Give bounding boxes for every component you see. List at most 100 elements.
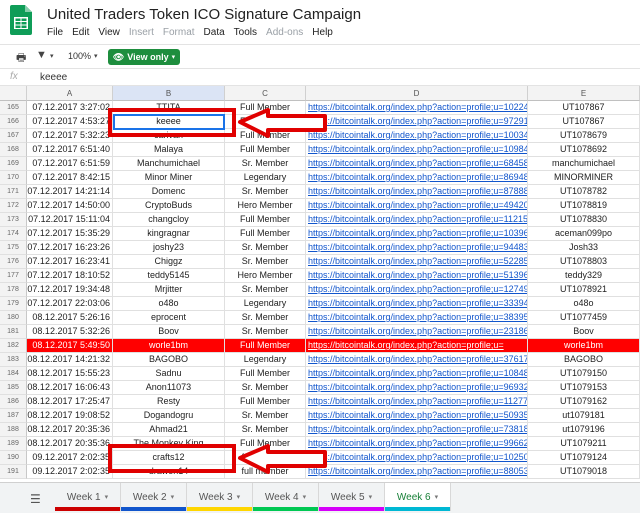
cell-username[interactable]: carivan xyxy=(113,129,225,143)
cell-profile-link[interactable]: https://bitcointalk.org/index.php?action… xyxy=(306,367,528,381)
cell-username[interactable]: BAGOBO xyxy=(113,353,225,367)
cell-ut-id[interactable]: UT1078921 xyxy=(528,283,640,297)
cell-profile-link[interactable]: https://bitcointalk.org/index.php?action… xyxy=(306,157,528,171)
cell-username[interactable]: Ahmad21 xyxy=(113,423,225,437)
cell-ut-id[interactable]: UT1077459 xyxy=(528,311,640,325)
cell-profile-link[interactable]: https://bitcointalk.org/index.php?action… xyxy=(306,283,528,297)
cell-rank[interactable]: Full Member xyxy=(225,129,306,143)
sheet-tab-week-6[interactable]: Week 6 ▾ xyxy=(385,483,451,511)
cell-timestamp[interactable]: 09.12.2017 2:02:35 xyxy=(27,465,113,479)
row-number[interactable]: 175 xyxy=(0,241,27,255)
cell-ut-id[interactable]: teddy329 xyxy=(528,269,640,283)
row-number[interactable]: 181 xyxy=(0,325,27,339)
cell-ut-id[interactable]: UT1079162 xyxy=(528,395,640,409)
menu-item-data[interactable]: Data xyxy=(204,27,225,38)
cell-profile-link[interactable]: https://bitcointalk.org/index.php?action… xyxy=(306,101,528,115)
row-number[interactable]: 188 xyxy=(0,423,27,437)
cell-ut-id[interactable]: BAGOBO xyxy=(528,353,640,367)
cell-username[interactable]: crafts12 xyxy=(113,451,225,465)
sheet-tab-week-3[interactable]: Week 3 ▾ xyxy=(187,483,253,511)
cell-rank[interactable]: Full Member xyxy=(225,101,306,115)
cell-username[interactable]: drawon14 xyxy=(113,465,225,479)
cell-rank[interactable]: Sr. Member xyxy=(225,381,306,395)
column-header-c[interactable]: C xyxy=(225,86,306,101)
cell-profile-link[interactable]: https://bitcointalk.org/index.php?action… xyxy=(306,451,528,465)
cell-ut-id[interactable]: UT1078782 xyxy=(528,185,640,199)
row-number[interactable]: 173 xyxy=(0,213,27,227)
cell-username[interactable]: Malaya xyxy=(113,143,225,157)
sheet-tab-week-5[interactable]: Week 5 ▾ xyxy=(319,483,385,511)
cell-ut-id[interactable]: UT1079211 xyxy=(528,437,640,451)
row-number[interactable]: 180 xyxy=(0,311,27,325)
cell-username[interactable]: Domenc xyxy=(113,185,225,199)
row-number[interactable]: 186 xyxy=(0,395,27,409)
cell-username[interactable]: The Monkey King xyxy=(113,437,225,451)
cell-profile-link[interactable]: https://bitcointalk.org/index.php?action… xyxy=(306,171,528,185)
cell-ut-id[interactable]: ut1079181 xyxy=(528,409,640,423)
cell-timestamp[interactable]: 09.12.2017 2:02:35 xyxy=(27,451,113,465)
cell-ut-id[interactable]: Josh33 xyxy=(528,241,640,255)
cell-profile-link[interactable]: https://bitcointalk.org/index.php?action… xyxy=(306,227,528,241)
cell-rank[interactable]: Full Member xyxy=(225,395,306,409)
cell-profile-link[interactable]: https://bitcointalk.org/index.php?action… xyxy=(306,353,528,367)
row-number[interactable]: 183 xyxy=(0,353,27,367)
cell-timestamp[interactable]: 08.12.2017 16:06:43 xyxy=(27,381,113,395)
sheet-tab-week-1[interactable]: Week 1 ▾ xyxy=(55,483,121,511)
chevron-down-icon[interactable]: ▾ xyxy=(237,493,241,501)
chevron-down-icon[interactable]: ▾ xyxy=(303,493,307,501)
cell-profile-link[interactable]: https://bitcointalk.org/index.php?action… xyxy=(306,129,528,143)
chevron-down-icon[interactable]: ▾ xyxy=(435,493,439,501)
cell-username[interactable]: Dogandogru xyxy=(113,409,225,423)
menu-item-format[interactable]: Format xyxy=(163,27,195,38)
cell-timestamp[interactable]: 07.12.2017 22:03:06 xyxy=(27,297,113,311)
row-number[interactable]: 176 xyxy=(0,255,27,269)
cell-profile-link[interactable]: https://bitcointalk.org/index.php?action… xyxy=(306,395,528,409)
cell-profile-link[interactable]: https://bitcointalk.org/index.php?action… xyxy=(306,465,528,479)
cell-timestamp[interactable]: 08.12.2017 14:21:32 xyxy=(27,353,113,367)
row-number[interactable]: 178 xyxy=(0,283,27,297)
column-header-e[interactable]: E xyxy=(528,86,640,101)
cell-timestamp[interactable]: 08.12.2017 5:49:50 xyxy=(27,339,113,353)
cell-username[interactable]: worle1bm xyxy=(113,339,225,353)
cell-username[interactable]: changcloy xyxy=(113,213,225,227)
cell-profile-link[interactable]: https://bitcointalk.org/index.php?action… xyxy=(306,339,528,353)
cell-rank[interactable]: Sr. Member xyxy=(225,241,306,255)
row-number[interactable]: 189 xyxy=(0,437,27,451)
cell-timestamp[interactable]: 07.12.2017 15:35:29 xyxy=(27,227,113,241)
cell-rank[interactable]: Sr. Member xyxy=(225,157,306,171)
cell-rank[interactable]: full member xyxy=(225,465,306,479)
cell-username[interactable]: joshy23 xyxy=(113,241,225,255)
cell-ut-id[interactable]: UT1078803 xyxy=(528,255,640,269)
cell-ut-id[interactable]: manchumichael xyxy=(528,157,640,171)
cell-timestamp[interactable]: 07.12.2017 4:53:27 xyxy=(27,115,113,129)
row-number[interactable]: 182 xyxy=(0,339,27,353)
chevron-down-icon[interactable]: ▾ xyxy=(369,493,373,501)
cell-timestamp[interactable]: 07.12.2017 14:50:00 xyxy=(27,199,113,213)
row-number[interactable]: 191 xyxy=(0,465,27,479)
cell-ut-id[interactable]: UT1078679 xyxy=(528,129,640,143)
cell-timestamp[interactable]: 07.12.2017 14:21:14 xyxy=(27,185,113,199)
chevron-down-icon[interactable]: ▾ xyxy=(105,493,109,501)
row-number[interactable]: 170 xyxy=(0,171,27,185)
cell-profile-link[interactable]: https://bitcointalk.org/index.php?action… xyxy=(306,423,528,437)
cell-ut-id[interactable]: Boov xyxy=(528,325,640,339)
cell-rank[interactable]: Full Member xyxy=(225,227,306,241)
chevron-down-icon[interactable]: ▾ xyxy=(171,493,175,501)
row-number[interactable]: 190 xyxy=(0,451,27,465)
cell-rank[interactable]: Legendary xyxy=(225,297,306,311)
cell-profile-link[interactable]: https://bitcointalk.org/index.php?action… xyxy=(306,185,528,199)
row-number[interactable]: 179 xyxy=(0,297,27,311)
cell-username[interactable]: Chiggz xyxy=(113,255,225,269)
cell-rank[interactable]: Sr. Member xyxy=(225,185,306,199)
row-number[interactable]: 168 xyxy=(0,143,27,157)
menu-item-tools[interactable]: Tools xyxy=(234,27,257,38)
cell-ut-id[interactable]: UT1078830 xyxy=(528,213,640,227)
sheet-tab-week-4[interactable]: Week 4 ▾ xyxy=(253,483,319,511)
cell-profile-link[interactable]: https://bitcointalk.org/index.php?action… xyxy=(306,437,528,451)
cell-rank[interactable]: Full Member xyxy=(225,367,306,381)
cell-ut-id[interactable]: UT1078819 xyxy=(528,199,640,213)
filter-dropdown-icon[interactable]: ▾ xyxy=(50,52,54,60)
menu-item-edit[interactable]: Edit xyxy=(72,27,89,38)
cell-profile-link[interactable]: https://bitcointalk.org/index.php?action… xyxy=(306,199,528,213)
cell-timestamp[interactable]: 08.12.2017 19:08:52 xyxy=(27,409,113,423)
